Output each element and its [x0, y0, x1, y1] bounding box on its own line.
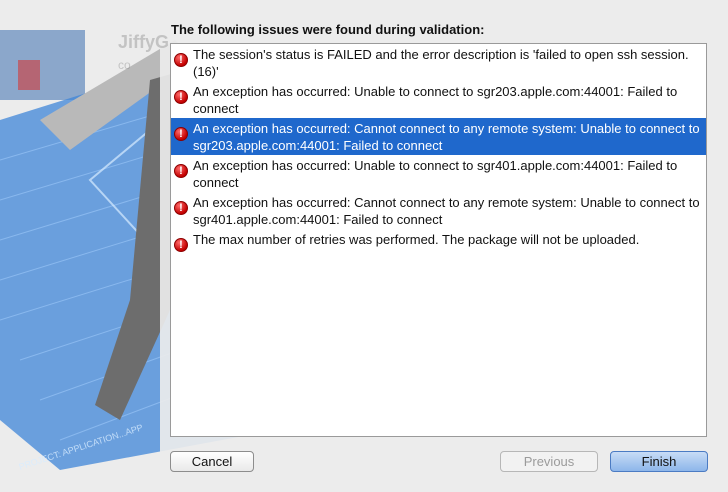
ghost-app-title: JiffyG [118, 32, 170, 52]
issue-row[interactable]: ! An exception has occurred: Unable to c… [171, 155, 706, 192]
error-icon: ! [174, 164, 188, 178]
issue-text: An exception has occurred: Unable to con… [193, 158, 678, 190]
issue-text: An exception has occurred: Cannot connec… [193, 195, 700, 227]
issue-row[interactable]: ! An exception has occurred: Unable to c… [171, 81, 706, 118]
issue-text: The max number of retries was performed.… [193, 232, 640, 247]
finish-button[interactable]: Finish [610, 451, 708, 472]
issues-list[interactable]: ! The session's status is FAILED and the… [170, 43, 707, 437]
issue-row[interactable]: ! The max number of retries was performe… [171, 229, 706, 252]
issue-row[interactable]: ! An exception has occurred: Cannot conn… [171, 192, 706, 229]
error-icon: ! [174, 238, 188, 252]
issue-text: An exception has occurred: Unable to con… [193, 84, 678, 116]
error-icon: ! [174, 90, 188, 104]
app-icon-fragment [0, 30, 85, 100]
previous-button[interactable]: Previous [500, 451, 598, 472]
issue-row[interactable]: ! The session's status is FAILED and the… [171, 44, 706, 81]
error-icon: ! [174, 53, 188, 67]
issue-row-selected[interactable]: ! An exception has occurred: Cannot conn… [171, 118, 706, 155]
error-icon: ! [174, 127, 188, 141]
validation-heading: The following issues were found during v… [171, 22, 485, 37]
ghost-app-subtitle: co [118, 58, 131, 72]
cancel-button[interactable]: Cancel [170, 451, 254, 472]
error-icon: ! [174, 201, 188, 215]
issue-text: The session's status is FAILED and the e… [193, 47, 689, 79]
issue-text: An exception has occurred: Cannot connec… [193, 121, 700, 153]
